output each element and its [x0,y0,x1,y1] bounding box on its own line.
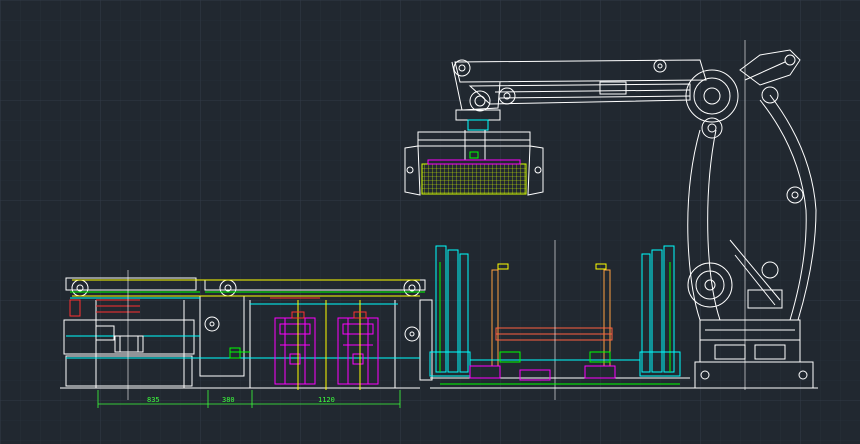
drawing-grid [0,0,860,444]
dimension-label-835: 835 [147,396,160,404]
gripper-fork-plate [421,163,527,195]
cad-drawing-canvas[interactable]: 835 380 1120 [0,0,860,444]
dimension-label-380: 380 [222,396,235,404]
dimension-label-1120: 1120 [318,396,335,404]
